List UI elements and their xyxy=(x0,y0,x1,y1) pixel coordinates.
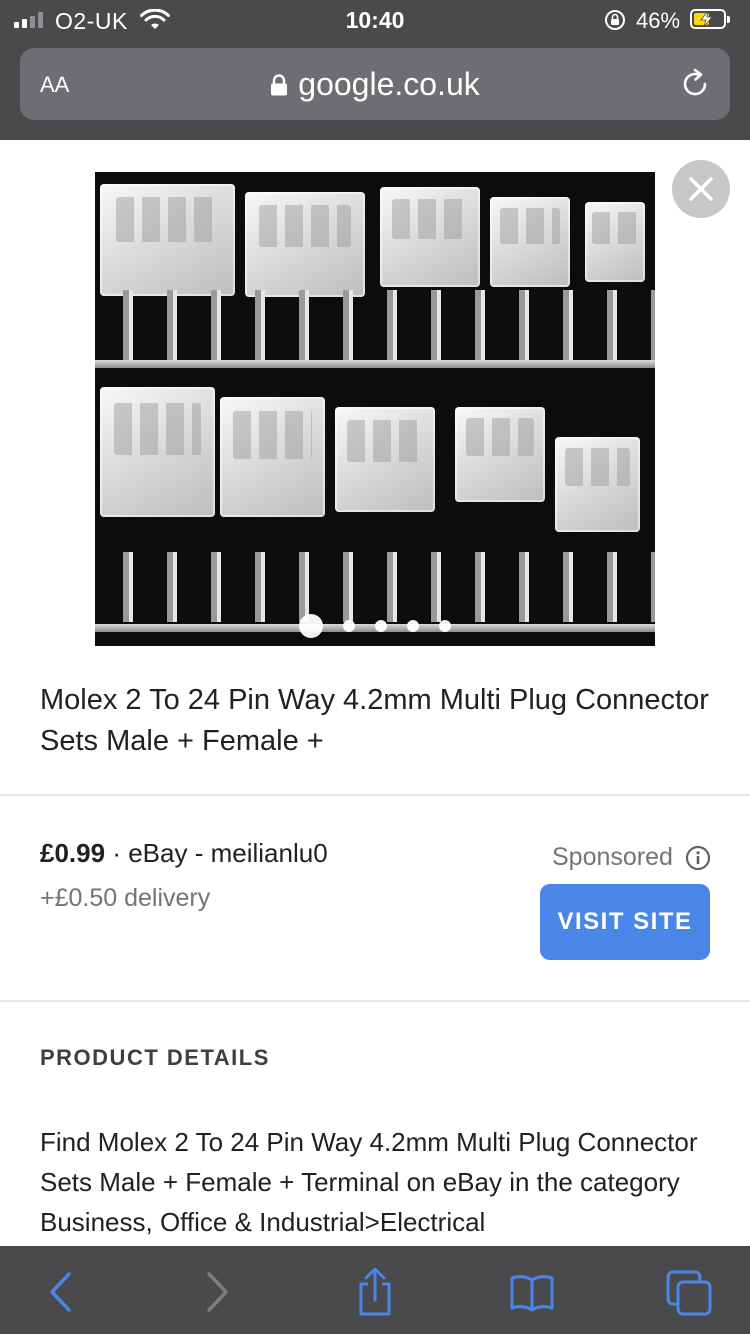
connector-image-part xyxy=(490,197,570,287)
pin-strip-image-part xyxy=(95,290,655,360)
bookmarks-icon[interactable] xyxy=(508,1268,556,1316)
lock-icon xyxy=(271,74,288,96)
close-button[interactable] xyxy=(672,160,730,218)
carousel-dot[interactable] xyxy=(375,620,387,632)
divider xyxy=(0,794,750,796)
browser-toolbar xyxy=(0,1246,750,1334)
url-text: google.co.uk xyxy=(298,66,480,102)
browser-top-chrome: O2-UK 10:40 46% AA google.co.uk xyxy=(0,0,750,140)
connector-image-part xyxy=(455,407,545,502)
carousel-dot[interactable] xyxy=(439,620,451,632)
product-title[interactable]: Molex 2 To 24 Pin Way 4.2mm Multi Plug C… xyxy=(40,680,720,762)
forward-icon[interactable] xyxy=(194,1268,242,1316)
carousel-dot[interactable] xyxy=(299,614,323,638)
product-image[interactable] xyxy=(95,172,655,646)
product-details-text: Find Molex 2 To 24 Pin Way 4.2mm Multi P… xyxy=(40,1127,698,1237)
connector-image-part xyxy=(100,184,235,296)
pin-strip-image-part xyxy=(95,552,655,622)
address-bar[interactable]: AA google.co.uk xyxy=(20,48,730,120)
price-seller-row: £0.99 · eBay - meilianlu0 xyxy=(40,838,328,869)
connector-image-part xyxy=(245,192,365,297)
connector-image-part xyxy=(380,187,480,287)
rotation-lock-icon xyxy=(605,10,625,30)
status-bar: O2-UK 10:40 46% xyxy=(0,0,750,44)
divider-image-part xyxy=(95,360,655,368)
connector-image-part xyxy=(335,407,435,512)
battery-percent: 46% xyxy=(636,8,681,33)
back-icon[interactable] xyxy=(36,1268,84,1316)
reload-icon[interactable] xyxy=(678,67,712,101)
close-icon xyxy=(689,177,713,201)
carousel-dot[interactable] xyxy=(407,620,419,632)
product-details-heading: PRODUCT DETAILS xyxy=(40,1045,270,1070)
url-display[interactable]: google.co.uk xyxy=(20,66,730,103)
connector-image-part xyxy=(220,397,325,517)
info-icon[interactable] xyxy=(685,845,711,871)
connector-image-part xyxy=(100,387,215,517)
visit-site-button[interactable]: VISIT SITE xyxy=(540,884,710,960)
battery-charging-icon xyxy=(690,9,730,29)
carousel-indicator[interactable] xyxy=(95,614,655,638)
tabs-icon[interactable] xyxy=(666,1268,714,1316)
price: £0.99 xyxy=(40,838,106,868)
divider xyxy=(0,1000,750,1002)
sponsored-label: Sponsored xyxy=(552,843,673,871)
separator-dot: · xyxy=(112,838,121,868)
delivery-cost: +£0.50 delivery xyxy=(40,884,211,912)
connector-image-part xyxy=(585,202,645,282)
seller-name: eBay - meilianlu0 xyxy=(128,838,328,868)
connector-image-part xyxy=(555,437,640,532)
share-icon[interactable] xyxy=(351,1268,399,1316)
carousel-dot[interactable] xyxy=(343,620,355,632)
